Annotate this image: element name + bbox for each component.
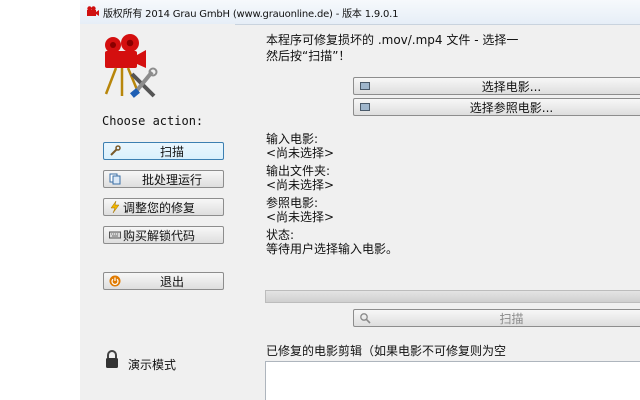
progress-bar — [265, 290, 640, 303]
power-icon — [108, 275, 121, 288]
lock-icon — [106, 350, 118, 368]
exit-button[interactable]: 退出 — [103, 272, 224, 290]
intro-line-2: 然后按“扫描”！ — [266, 49, 351, 63]
lightning-icon — [108, 201, 121, 214]
reference-film-icon — [358, 101, 371, 114]
select-movie-label: 选择电影... — [481, 79, 542, 94]
wrench-icon — [108, 145, 121, 158]
batch-pages-icon — [108, 173, 121, 186]
magnifier-icon — [358, 312, 371, 325]
reference-movie-label: 参照电影: — [266, 196, 319, 210]
reference-movie-value: <尚未选择> — [266, 210, 335, 224]
select-movie-button[interactable]: 选择电影... — [353, 77, 640, 95]
tune-repair-label: 调整您的修复 — [123, 200, 196, 215]
input-movie-value: <尚未选择> — [266, 146, 335, 160]
intro-text: 本程序可修复损坏的 .mov/.mp4 文件 - 选择一 然后按“扫描”！ — [266, 32, 640, 64]
batch-run-button[interactable]: 批处理运行 — [103, 170, 224, 188]
choose-action-label: Choose action: — [102, 114, 204, 128]
batch-run-label: 批处理运行 — [141, 172, 202, 187]
select-reference-movie-button[interactable]: 选择参照电影... — [353, 98, 640, 116]
buy-unlock-code-button[interactable]: 购买解锁代码 — [103, 226, 224, 244]
main-content: 本程序可修复损坏的 .mov/.mp4 文件 - 选择一 然后按“扫描”！ 选择… — [235, 24, 640, 400]
app-window: 版权所有 2014 Grau GmbH (www.grauonline.de) … — [80, 0, 640, 400]
status-value: 等待用户选择输入电影。 — [266, 242, 399, 256]
window-title: 版权所有 2014 Grau GmbH (www.grauonline.de) … — [103, 9, 399, 20]
scan-button-label: 扫描 — [159, 144, 184, 159]
movie-camera-tools-logo — [104, 34, 158, 98]
file-info-fields: 输入电影: <尚未选择> 输出文件夹: <尚未选择> 参照电影: <尚未选择> … — [266, 132, 398, 260]
buy-unlock-code-label: 购买解锁代码 — [123, 228, 196, 243]
main-scan-label: 扫描 — [499, 311, 524, 326]
repaired-clips-list[interactable] — [265, 361, 640, 400]
select-reference-movie-label: 选择参照电影... — [469, 100, 554, 115]
output-folder-value: <尚未选择> — [266, 178, 335, 192]
keyboard-icon — [108, 229, 121, 242]
intro-line-1: 本程序可修复损坏的 .mov/.mp4 文件 - 选择一 — [266, 33, 519, 47]
sidebar: Choose action: 扫描 批处理运行 调整您的修复 购买解锁代码 退出… — [80, 24, 235, 400]
output-folder-label: 输出文件夹: — [266, 164, 331, 178]
exit-label: 退出 — [159, 274, 184, 289]
output-folder-field: 输出文件夹: <尚未选择> — [266, 164, 398, 192]
scan-button[interactable]: 扫描 — [103, 142, 224, 160]
title-bar[interactable]: 版权所有 2014 Grau GmbH (www.grauonline.de) … — [80, 0, 640, 25]
demo-mode-label: 演示模式 — [128, 358, 177, 372]
status-field: 状态: 等待用户选择输入电影。 — [266, 228, 398, 256]
input-movie-field: 输入电影: <尚未选择> — [266, 132, 398, 160]
tune-repair-button[interactable]: 调整您的修复 — [103, 198, 224, 216]
status-label: 状态: — [266, 228, 295, 242]
reference-movie-field: 参照电影: <尚未选择> — [266, 196, 398, 224]
camera-app-icon — [87, 6, 99, 16]
input-movie-label: 输入电影: — [266, 132, 319, 146]
repaired-clips-label: 已修复的电影剪辑（如果电影不可修复则为空 — [266, 344, 507, 358]
main-scan-button[interactable]: 扫描 — [353, 309, 640, 327]
film-icon — [358, 80, 371, 93]
